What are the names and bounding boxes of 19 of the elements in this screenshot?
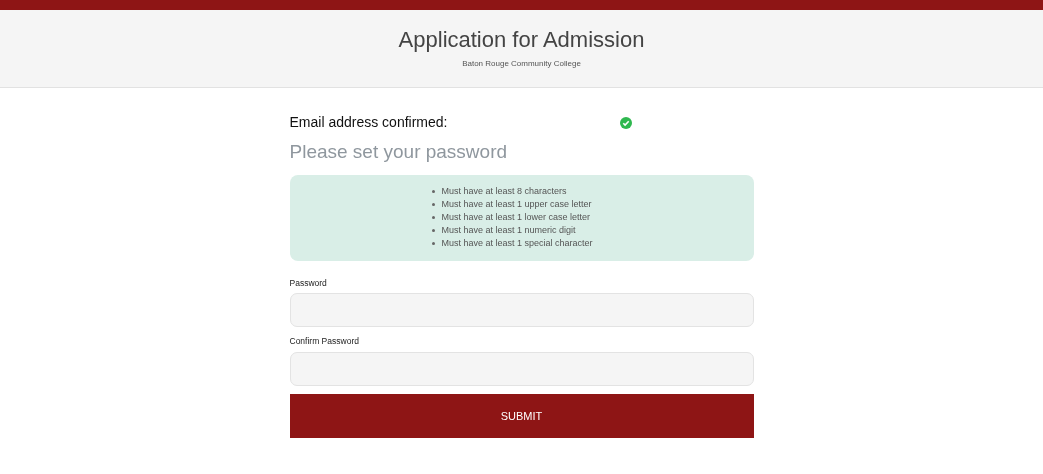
requirement-text: Must have at least 1 lower case letter: [441, 211, 591, 224]
college-name: Baton Rouge Community College: [462, 57, 581, 70]
password-field[interactable]: [289, 293, 754, 328]
requirement-text: Must have at least 1 numeric digit: [441, 224, 576, 237]
confirmation-label: Email address confirmed:: [289, 112, 448, 132]
requirement-text: Must have at least 1 special character: [441, 237, 593, 250]
bullet-icon: [431, 190, 435, 193]
bullet-icon: [431, 242, 435, 245]
requirement-text: Must have at least 8 characters: [441, 185, 567, 198]
requirement-text: Must have at least 1 upper case letter: [441, 198, 592, 211]
bullet-icon: [431, 203, 435, 206]
field-label: Password: [289, 276, 328, 290]
bullet-icon: [431, 216, 435, 219]
section-heading: Please set your password: [289, 140, 509, 164]
field-label: Confirm Password: [289, 335, 360, 348]
page-title: Application for Admission: [398, 27, 645, 54]
password-field[interactable]: [289, 352, 754, 386]
bullet-icon: [431, 229, 435, 232]
submit-button[interactable]: SUBMIT: [289, 394, 754, 438]
